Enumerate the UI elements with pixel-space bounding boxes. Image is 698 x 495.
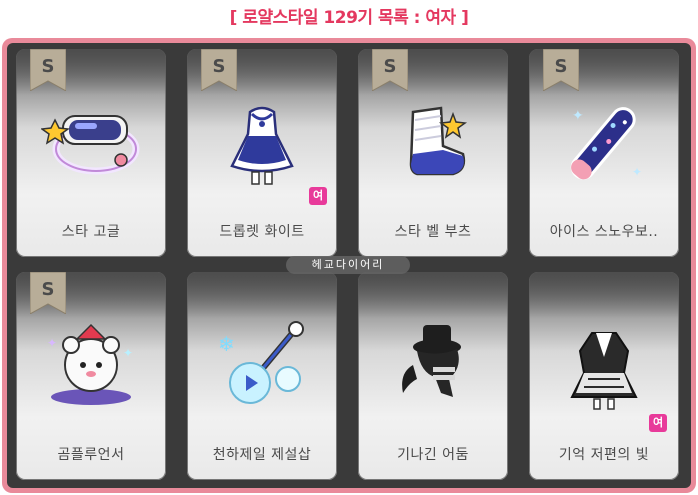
svg-text:✦: ✦ <box>572 108 584 124</box>
item-name: 기나긴 어둠 <box>397 447 469 463</box>
bear-influencer-icon: ✦ ✦ <box>41 317 141 417</box>
ice-snowboard-icon: ✦ ✦ <box>554 94 654 194</box>
svg-text:S: S <box>213 56 226 77</box>
item-name: 천하제일 제설삽 <box>212 447 312 463</box>
item-card-bear-influencer[interactable]: S ✦ ✦ 곰플루언서 <box>16 272 166 480</box>
svg-text:✦: ✦ <box>123 346 133 360</box>
svg-text:❄: ❄ <box>218 332 235 356</box>
female-only-badge: 여 <box>649 414 667 432</box>
svg-text:S: S <box>555 56 568 77</box>
item-name: 스타 벨 부츠 <box>394 224 472 240</box>
svg-text:✦: ✦ <box>632 165 642 179</box>
page-title: [ 로얄스타일 129기 목록 : 여자 ] <box>229 8 469 28</box>
item-name: 스타 고글 <box>61 224 121 240</box>
s-grade-ribbon-icon: S <box>30 272 66 314</box>
item-name: 기억 저편의 빛 <box>558 447 650 463</box>
item-name: 드롭렛 화이트 <box>219 224 305 240</box>
svg-text:S: S <box>42 279 55 300</box>
item-name: 곰플루언서 <box>57 447 125 463</box>
watermark: 헤교다이어리 <box>286 256 410 274</box>
svg-text:S: S <box>384 56 397 77</box>
item-card-snow-shovel[interactable]: ❄ 천하제일 제설삽 <box>187 272 337 480</box>
svg-text:S: S <box>42 56 55 77</box>
svg-text:✦: ✦ <box>47 336 57 350</box>
item-card-long-darkness[interactable]: 기나긴 어둠 <box>358 272 508 480</box>
long-darkness-hat-icon <box>383 317 483 417</box>
snow-shovel-icon: ❄ <box>212 317 312 417</box>
s-grade-ribbon-icon: S <box>201 49 237 91</box>
item-card-droplet-white[interactable]: S 여 드롭렛 화이트 <box>187 49 337 257</box>
female-only-badge: 여 <box>309 187 327 205</box>
item-card-star-bell-boots[interactable]: S 스타 벨 부츠 <box>358 49 508 257</box>
star-goggles-icon <box>39 94 141 194</box>
item-card-star-goggles[interactable]: S 스타 고글 <box>16 49 166 257</box>
item-card-ice-snowboard[interactable]: S ✦ ✦ 아이스 스노우보.. <box>529 49 679 257</box>
item-name: 아이스 스노우보.. <box>549 224 659 240</box>
droplet-white-dress-icon <box>212 94 312 194</box>
s-grade-ribbon-icon: S <box>30 49 66 91</box>
memory-light-outfit-icon <box>554 317 654 417</box>
s-grade-ribbon-icon: S <box>372 49 408 91</box>
s-grade-ribbon-icon: S <box>543 49 579 91</box>
item-card-memory-light[interactable]: 여 기억 저편의 빛 <box>529 272 679 480</box>
star-bell-boots-icon <box>383 94 483 194</box>
